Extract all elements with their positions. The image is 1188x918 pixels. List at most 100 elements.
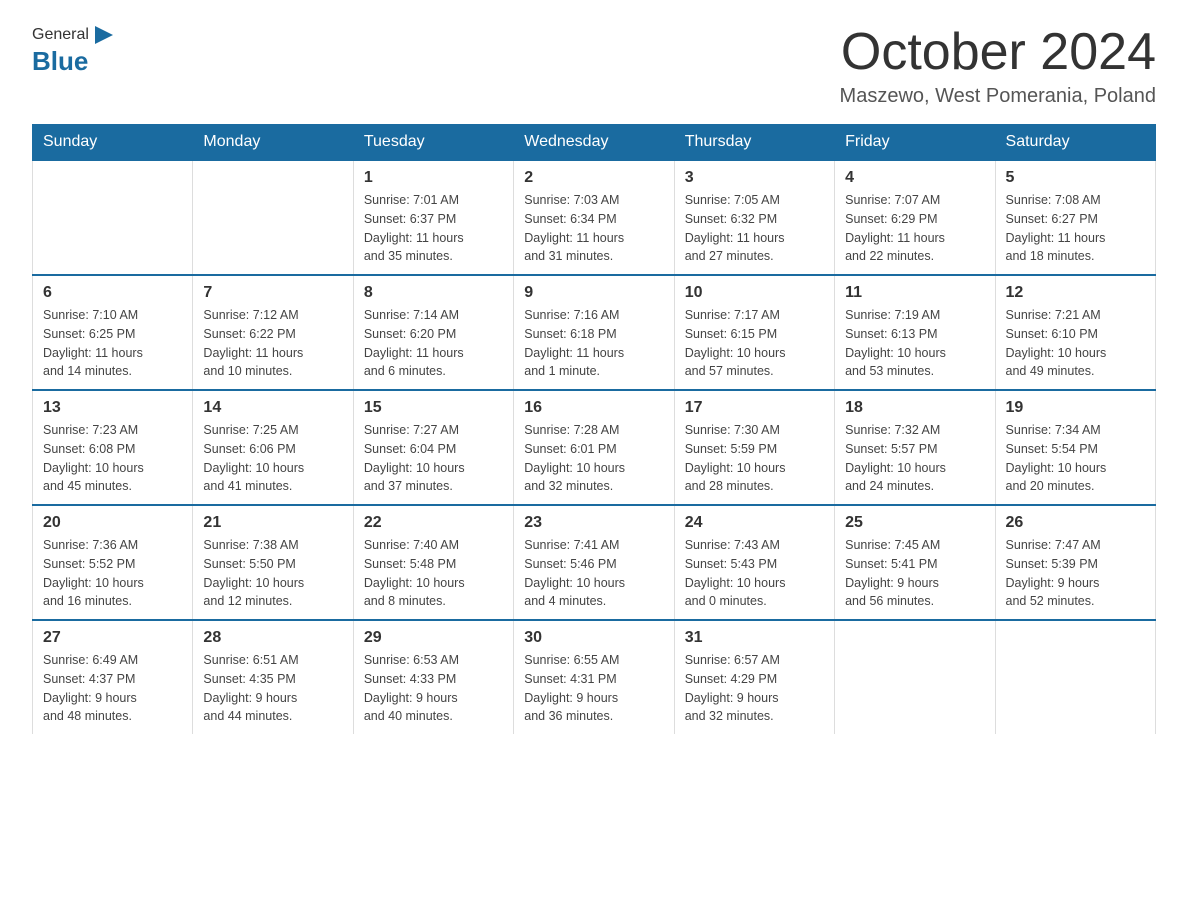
day-info: Sunrise: 6:49 AM Sunset: 4:37 PM Dayligh… <box>43 651 182 726</box>
calendar-cell: 22 Sunrise: 7:40 AM Sunset: 5:48 PM Dayli… <box>353 505 513 620</box>
calendar-week-row: 20 Sunrise: 7:36 AM Sunset: 5:52 PM Dayli… <box>33 505 1156 620</box>
day-info: Sunrise: 7:30 AM Sunset: 5:59 PM Dayligh… <box>685 421 824 496</box>
weekday-header-friday: Friday <box>835 125 995 161</box>
day-number: 1 <box>364 169 503 187</box>
calendar-cell: 26 Sunrise: 7:47 AM Sunset: 5:39 PM Dayli… <box>995 505 1155 620</box>
logo: General Blue <box>32 24 115 77</box>
day-info: Sunrise: 7:38 AM Sunset: 5:50 PM Dayligh… <box>203 536 342 611</box>
weekday-header-monday: Monday <box>193 125 353 161</box>
calendar-cell: 13 Sunrise: 7:23 AM Sunset: 6:08 PM Dayli… <box>33 390 193 505</box>
day-number: 17 <box>685 399 824 417</box>
day-number: 19 <box>1006 399 1145 417</box>
calendar-cell: 5 Sunrise: 7:08 AM Sunset: 6:27 PM Daylig… <box>995 160 1155 275</box>
calendar-cell: 2Sunrise: 7:03 AM Sunset: 6:34 PM Daylig… <box>514 160 674 275</box>
calendar-week-row: 13 Sunrise: 7:23 AM Sunset: 6:08 PM Dayli… <box>33 390 1156 505</box>
calendar-cell: 28 Sunrise: 6:51 AM Sunset: 4:35 PM Dayli… <box>193 620 353 734</box>
day-number: 18 <box>845 399 984 417</box>
day-info: Sunrise: 7:25 AM Sunset: 6:06 PM Dayligh… <box>203 421 342 496</box>
weekday-header-saturday: Saturday <box>995 125 1155 161</box>
day-number: 24 <box>685 514 824 532</box>
day-number: 22 <box>364 514 503 532</box>
calendar-cell: 31 Sunrise: 6:57 AM Sunset: 4:29 PM Dayli… <box>674 620 834 734</box>
day-number: 5 <box>1006 169 1145 187</box>
calendar-cell: 29 Sunrise: 6:53 AM Sunset: 4:33 PM Dayli… <box>353 620 513 734</box>
day-number: 27 <box>43 629 182 647</box>
day-info: Sunrise: 7:21 AM Sunset: 6:10 PM Dayligh… <box>1006 306 1145 381</box>
calendar-cell: 14 Sunrise: 7:25 AM Sunset: 6:06 PM Dayli… <box>193 390 353 505</box>
day-info: Sunrise: 7:05 AM Sunset: 6:32 PM Dayligh… <box>685 191 824 266</box>
month-title: October 2024 <box>840 24 1156 81</box>
calendar-cell: 18 Sunrise: 7:32 AM Sunset: 5:57 PM Dayli… <box>835 390 995 505</box>
day-info: Sunrise: 7:10 AM Sunset: 6:25 PM Dayligh… <box>43 306 182 381</box>
day-number: 6 <box>43 284 182 302</box>
day-info: Sunrise: 7:07 AM Sunset: 6:29 PM Dayligh… <box>845 191 984 266</box>
day-info: Sunrise: 6:53 AM Sunset: 4:33 PM Dayligh… <box>364 651 503 726</box>
logo-general-text: General <box>32 26 89 44</box>
day-number: 10 <box>685 284 824 302</box>
day-number: 13 <box>43 399 182 417</box>
day-info: Sunrise: 7:47 AM Sunset: 5:39 PM Dayligh… <box>1006 536 1145 611</box>
day-info: Sunrise: 7:12 AM Sunset: 6:22 PM Dayligh… <box>203 306 342 381</box>
calendar-cell: 25 Sunrise: 7:45 AM Sunset: 5:41 PM Dayli… <box>835 505 995 620</box>
weekday-header-wednesday: Wednesday <box>514 125 674 161</box>
day-number: 12 <box>1006 284 1145 302</box>
day-info: Sunrise: 7:36 AM Sunset: 5:52 PM Dayligh… <box>43 536 182 611</box>
calendar-cell: 4Sunrise: 7:07 AM Sunset: 6:29 PM Daylig… <box>835 160 995 275</box>
day-number: 15 <box>364 399 503 417</box>
calendar-cell: 21 Sunrise: 7:38 AM Sunset: 5:50 PM Dayli… <box>193 505 353 620</box>
calendar-cell: 23 Sunrise: 7:41 AM Sunset: 5:46 PM Dayli… <box>514 505 674 620</box>
day-info: Sunrise: 7:40 AM Sunset: 5:48 PM Dayligh… <box>364 536 503 611</box>
day-number: 3 <box>685 169 824 187</box>
calendar-cell: 30Sunrise: 6:55 AM Sunset: 4:31 PM Dayli… <box>514 620 674 734</box>
day-number: 25 <box>845 514 984 532</box>
calendar-cell <box>995 620 1155 734</box>
day-number: 20 <box>43 514 182 532</box>
calendar-cell: 7 Sunrise: 7:12 AM Sunset: 6:22 PM Daylig… <box>193 275 353 390</box>
day-number: 26 <box>1006 514 1145 532</box>
day-info: Sunrise: 6:51 AM Sunset: 4:35 PM Dayligh… <box>203 651 342 726</box>
day-info: Sunrise: 7:45 AM Sunset: 5:41 PM Dayligh… <box>845 536 984 611</box>
calendar-cell: 3 Sunrise: 7:05 AM Sunset: 6:32 PM Daylig… <box>674 160 834 275</box>
day-info: Sunrise: 7:17 AM Sunset: 6:15 PM Dayligh… <box>685 306 824 381</box>
day-number: 28 <box>203 629 342 647</box>
calendar-cell: 6 Sunrise: 7:10 AM Sunset: 6:25 PM Daylig… <box>33 275 193 390</box>
calendar-cell: 12 Sunrise: 7:21 AM Sunset: 6:10 PM Dayli… <box>995 275 1155 390</box>
calendar-cell: 20 Sunrise: 7:36 AM Sunset: 5:52 PM Dayli… <box>33 505 193 620</box>
day-number: 8 <box>364 284 503 302</box>
calendar-cell: 11Sunrise: 7:19 AM Sunset: 6:13 PM Dayli… <box>835 275 995 390</box>
title-section: October 2024 Maszewo, West Pomerania, Po… <box>840 24 1156 108</box>
day-info: Sunrise: 7:28 AM Sunset: 6:01 PM Dayligh… <box>524 421 663 496</box>
calendar-cell <box>835 620 995 734</box>
day-number: 7 <box>203 284 342 302</box>
day-number: 23 <box>524 514 663 532</box>
calendar-week-row: 6 Sunrise: 7:10 AM Sunset: 6:25 PM Daylig… <box>33 275 1156 390</box>
calendar-cell: 19 Sunrise: 7:34 AM Sunset: 5:54 PM Dayli… <box>995 390 1155 505</box>
day-number: 14 <box>203 399 342 417</box>
day-info: Sunrise: 7:41 AM Sunset: 5:46 PM Dayligh… <box>524 536 663 611</box>
day-info: Sunrise: 7:14 AM Sunset: 6:20 PM Dayligh… <box>364 306 503 381</box>
day-info: Sunrise: 7:23 AM Sunset: 6:08 PM Dayligh… <box>43 421 182 496</box>
weekday-header-sunday: Sunday <box>33 125 193 161</box>
day-info: Sunrise: 7:19 AM Sunset: 6:13 PM Dayligh… <box>845 306 984 381</box>
day-number: 29 <box>364 629 503 647</box>
page-header: General Blue October 2024 Maszewo, West … <box>32 24 1156 108</box>
day-info: Sunrise: 6:57 AM Sunset: 4:29 PM Dayligh… <box>685 651 824 726</box>
day-info: Sunrise: 7:16 AM Sunset: 6:18 PM Dayligh… <box>524 306 663 381</box>
calendar-cell: 15Sunrise: 7:27 AM Sunset: 6:04 PM Dayli… <box>353 390 513 505</box>
location-text: Maszewo, West Pomerania, Poland <box>840 85 1156 108</box>
calendar-week-row: 1Sunrise: 7:01 AM Sunset: 6:37 PM Daylig… <box>33 160 1156 275</box>
day-number: 21 <box>203 514 342 532</box>
day-number: 2 <box>524 169 663 187</box>
day-info: Sunrise: 7:32 AM Sunset: 5:57 PM Dayligh… <box>845 421 984 496</box>
day-info: Sunrise: 7:08 AM Sunset: 6:27 PM Dayligh… <box>1006 191 1145 266</box>
day-number: 31 <box>685 629 824 647</box>
calendar-cell <box>33 160 193 275</box>
calendar-week-row: 27 Sunrise: 6:49 AM Sunset: 4:37 PM Dayli… <box>33 620 1156 734</box>
calendar-cell: 9Sunrise: 7:16 AM Sunset: 6:18 PM Daylig… <box>514 275 674 390</box>
calendar-cell: 24Sunrise: 7:43 AM Sunset: 5:43 PM Dayli… <box>674 505 834 620</box>
calendar-cell: 8 Sunrise: 7:14 AM Sunset: 6:20 PM Daylig… <box>353 275 513 390</box>
weekday-header-row: SundayMondayTuesdayWednesdayThursdayFrid… <box>33 125 1156 161</box>
calendar-cell: 1Sunrise: 7:01 AM Sunset: 6:37 PM Daylig… <box>353 160 513 275</box>
day-info: Sunrise: 7:34 AM Sunset: 5:54 PM Dayligh… <box>1006 421 1145 496</box>
logo-arrow-icon <box>93 24 115 46</box>
